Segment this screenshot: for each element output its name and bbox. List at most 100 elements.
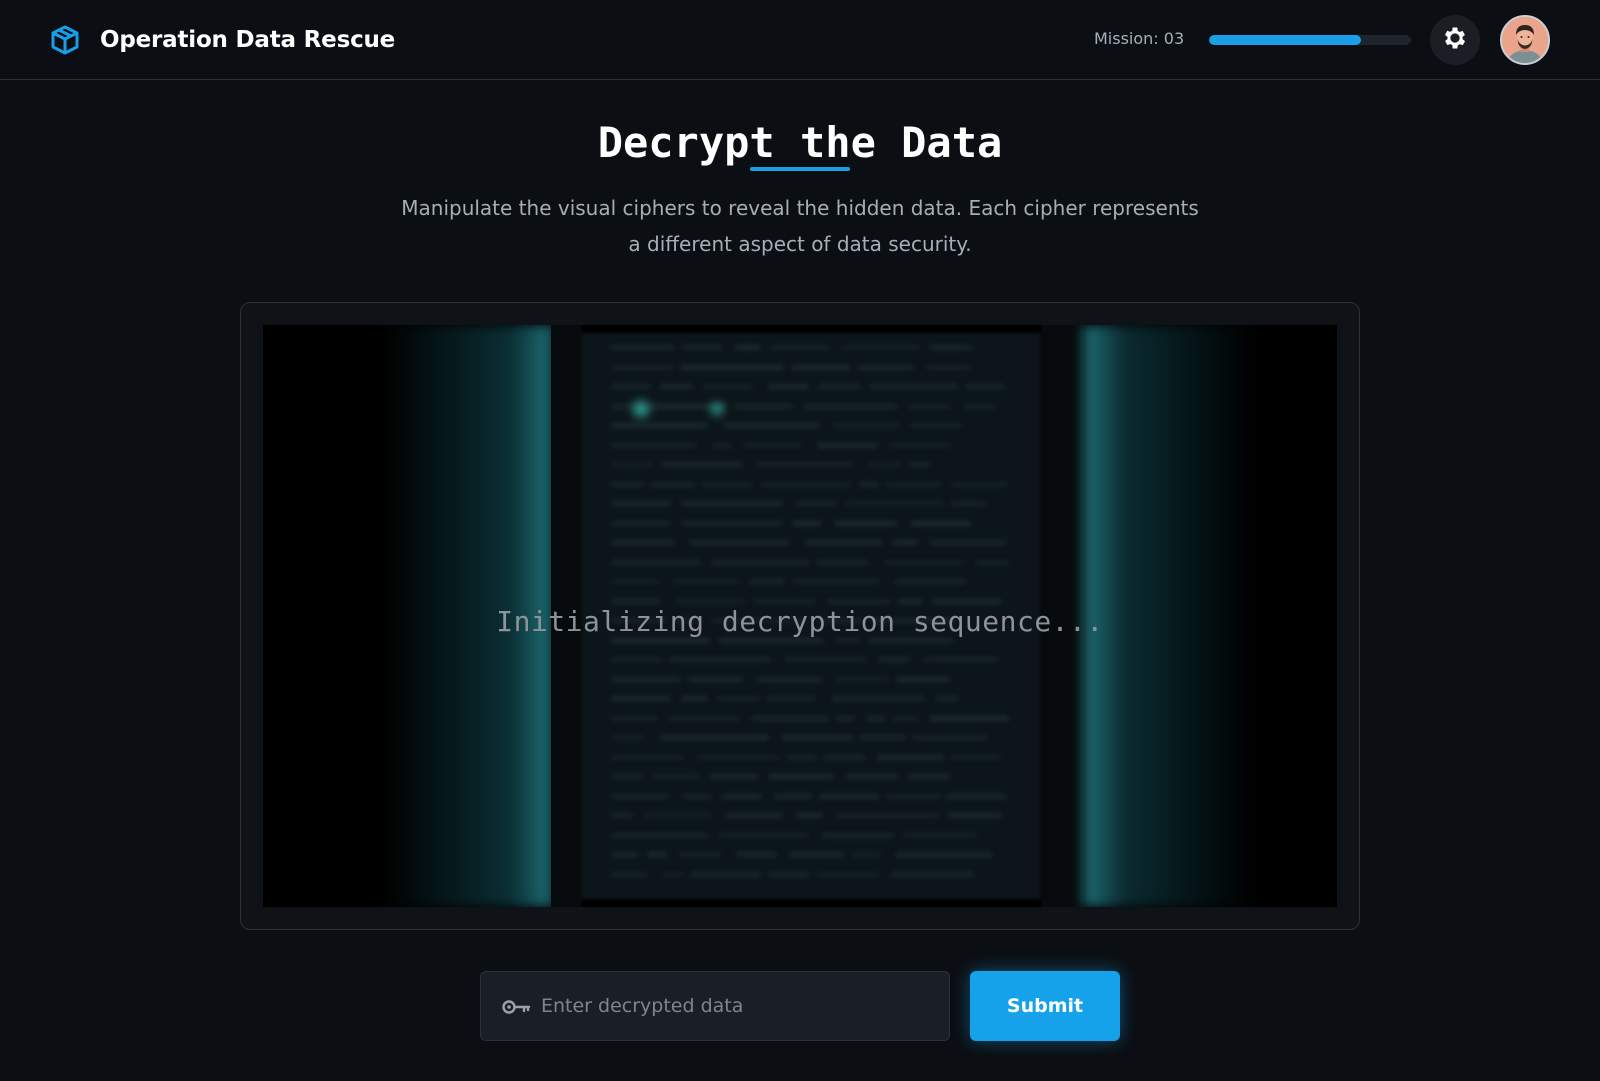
encrypted-text-line <box>817 442 878 448</box>
encrypted-text-line <box>611 520 670 526</box>
encrypted-text-line <box>885 481 941 487</box>
encrypted-text-line <box>696 754 779 760</box>
encrypted-text-line <box>651 774 700 779</box>
encrypted-text-line <box>795 501 839 506</box>
encrypted-text-line <box>647 852 667 857</box>
encrypted-text-line <box>908 774 950 779</box>
user-avatar[interactable] <box>1500 15 1550 65</box>
submit-button[interactable]: Submit <box>970 971 1120 1041</box>
encrypted-text-line <box>835 676 889 682</box>
encrypted-text-line <box>793 579 879 584</box>
encrypted-text-line <box>611 676 681 682</box>
encrypted-text-line <box>611 657 662 662</box>
encrypted-text-line <box>669 715 740 721</box>
encrypted-text-line <box>711 559 810 565</box>
encrypted-text-line <box>910 423 962 428</box>
encrypted-text-line <box>662 871 683 877</box>
mission-progress-fill <box>1209 35 1361 45</box>
encrypted-text-line <box>611 852 639 857</box>
encrypted-text-line <box>841 345 920 350</box>
encrypted-text-line <box>756 462 854 467</box>
encrypted-text-line <box>765 696 816 701</box>
encrypted-text-line <box>611 423 708 428</box>
encrypted-text-line <box>611 715 658 721</box>
encrypted-text-line <box>660 735 769 740</box>
title-underline <box>750 167 850 171</box>
encrypted-text-line <box>702 384 753 389</box>
encrypted-text-line <box>722 793 762 799</box>
encrypted-text-line <box>691 871 761 877</box>
encrypted-text-line <box>719 637 824 643</box>
encrypted-text-line <box>836 715 856 721</box>
settings-button[interactable] <box>1430 15 1480 65</box>
encrypted-text-line <box>894 579 967 584</box>
encrypted-text-line <box>929 540 1007 545</box>
encrypted-text-line <box>611 637 710 643</box>
brand[interactable]: Operation Data Rescue <box>48 22 395 58</box>
encrypted-text-line <box>756 676 823 682</box>
encrypted-text-line <box>669 657 771 662</box>
encrypted-text-line <box>710 774 758 779</box>
encrypted-text-line <box>661 462 744 467</box>
encrypted-text-line <box>701 481 753 487</box>
encrypted-text-line <box>935 696 959 701</box>
encrypted-text-line <box>823 754 866 760</box>
encrypted-text-line <box>834 637 861 643</box>
encrypted-text-line <box>896 676 950 682</box>
encrypted-text-line <box>611 540 675 545</box>
decrypted-data-input[interactable] <box>541 972 931 1040</box>
key-icon <box>501 995 531 1019</box>
cipher-panel: Initializing decryption sequence... <box>240 302 1360 930</box>
encrypted-text-line <box>725 813 783 818</box>
encrypted-text-line <box>753 598 816 604</box>
encrypted-text-line <box>796 813 823 818</box>
encrypted-text-line <box>674 579 740 584</box>
encrypted-text-line <box>611 793 669 799</box>
encrypted-text-line <box>774 793 812 799</box>
encrypted-text-line <box>743 442 802 448</box>
encrypted-text-line <box>859 735 906 740</box>
encrypted-text-line <box>611 754 684 760</box>
encrypted-text-line <box>681 696 708 701</box>
encrypted-text-line <box>751 715 830 721</box>
encrypted-text-line <box>749 579 785 584</box>
encrypted-text-line <box>964 403 995 409</box>
encrypted-text-line <box>870 384 958 389</box>
encrypted-text-line <box>826 598 891 604</box>
page-subtitle: Manipulate the visual ciphers to reveal … <box>401 196 1199 256</box>
encrypted-text-line <box>736 852 777 857</box>
encrypted-text-line <box>892 715 919 721</box>
cipher-glow-point <box>633 401 649 417</box>
encrypted-text-line <box>717 696 759 701</box>
encrypted-text-line <box>768 384 809 389</box>
encrypted-text-line <box>908 403 951 409</box>
encrypted-text-line <box>859 481 879 487</box>
encrypted-text-line <box>782 735 853 740</box>
encrypted-text-line <box>660 384 693 389</box>
mission-label: Mission: 03 <box>1094 29 1185 48</box>
encrypted-text-line <box>723 423 820 428</box>
encrypted-text-line <box>846 774 898 779</box>
encrypted-text-line <box>682 345 723 350</box>
encrypted-text-line <box>951 481 1008 487</box>
encrypted-text-line <box>832 423 901 428</box>
encrypted-text-line <box>611 696 671 701</box>
encrypted-text-line <box>734 345 761 350</box>
encrypted-text-line <box>681 520 782 526</box>
encrypted-text-line <box>822 832 893 838</box>
encrypted-text-line <box>611 501 671 506</box>
encrypted-text-line <box>803 403 898 409</box>
encrypted-text-line <box>950 501 986 506</box>
encrypted-text-line <box>611 462 654 467</box>
encrypted-text-line <box>611 832 709 838</box>
encrypted-text-line <box>768 871 810 877</box>
encrypted-text-line <box>787 754 817 760</box>
encrypted-text-line <box>819 793 879 799</box>
encrypted-text-line <box>892 540 918 545</box>
encrypted-text-line <box>611 559 701 565</box>
encrypted-text-line <box>878 657 909 662</box>
encrypted-text-line <box>712 442 732 448</box>
cipher-canvas[interactable]: Initializing decryption sequence... <box>263 325 1337 907</box>
decrypted-data-field[interactable] <box>480 971 950 1041</box>
encrypted-text-line <box>789 852 844 857</box>
